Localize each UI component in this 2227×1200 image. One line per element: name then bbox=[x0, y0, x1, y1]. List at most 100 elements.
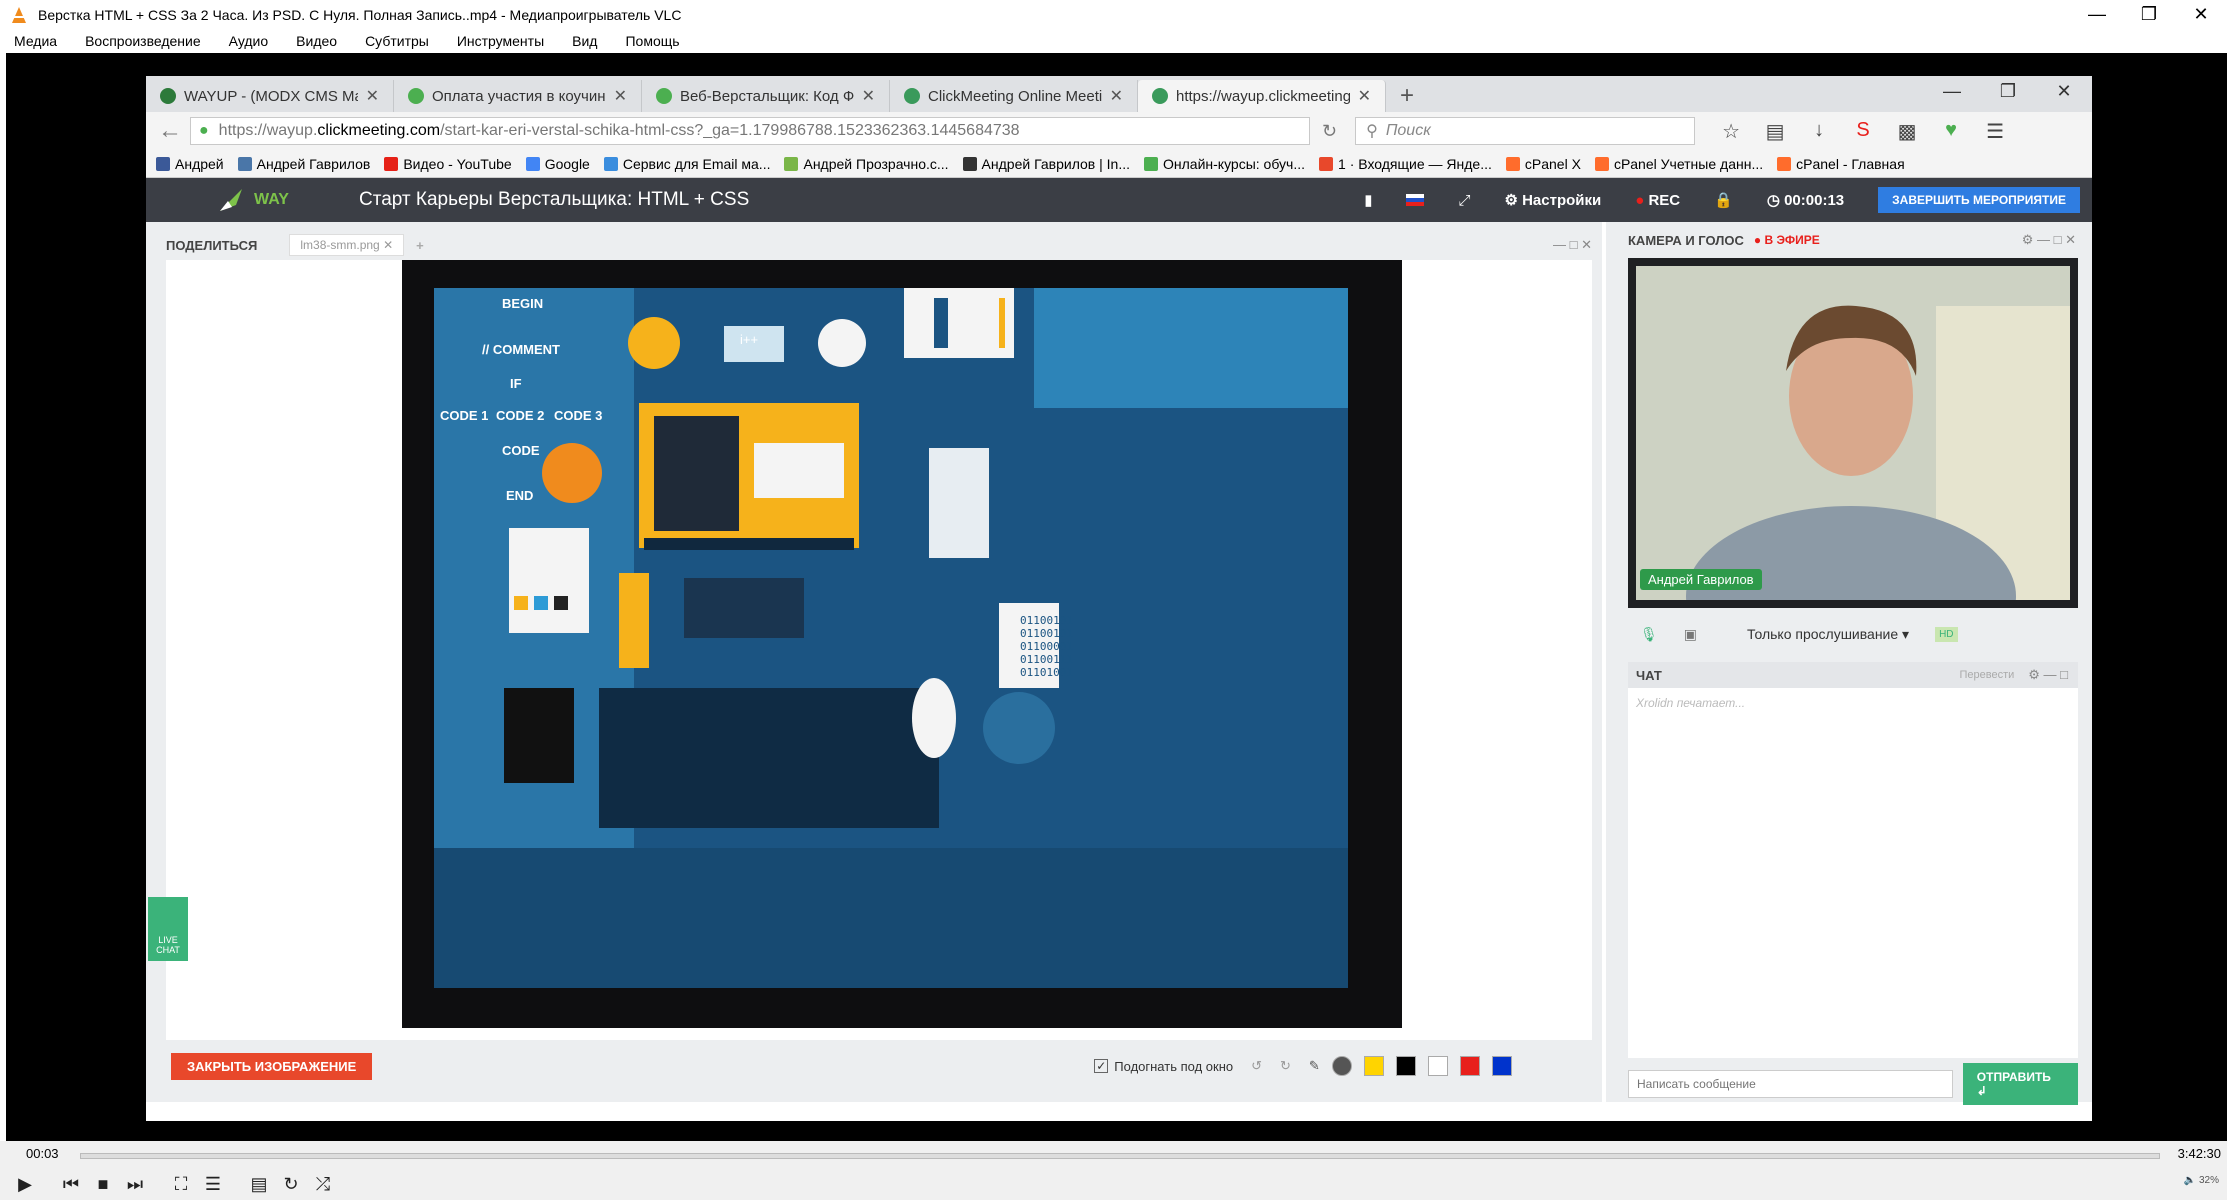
menu-view[interactable]: Вид bbox=[572, 33, 597, 49]
browser-minimize-icon[interactable]: — bbox=[1924, 76, 1980, 106]
video-area[interactable]: WAYUP - (MODX CMS Manager) ✕ Оплата участ… bbox=[6, 53, 2227, 1141]
back-icon[interactable]: ← bbox=[158, 117, 182, 145]
mail-icon bbox=[603, 156, 618, 171]
minimize-icon[interactable]: — bbox=[2071, 0, 2123, 30]
url-domain: clickmeeting.com bbox=[317, 122, 441, 139]
close-tab-icon[interactable]: ✕ bbox=[1358, 86, 1371, 106]
close-tab-icon[interactable]: ✕ bbox=[862, 86, 875, 106]
menu-video[interactable]: Видео bbox=[296, 33, 337, 49]
bookmark-item[interactable]: Андрей Прозрачно.с... bbox=[784, 156, 949, 172]
bookmark-item[interactable]: Google bbox=[525, 156, 590, 172]
bookmark-item[interactable]: Андрей Гаврилов | In... bbox=[962, 156, 1130, 172]
pencil-icon[interactable]: ✎ bbox=[1309, 1058, 1320, 1074]
notification-icon[interactable]: ♥ bbox=[1929, 119, 1973, 144]
loop-icon[interactable]: ↻ bbox=[276, 1171, 306, 1197]
playlist-icon[interactable]: ▤ bbox=[244, 1171, 274, 1197]
reload-icon[interactable]: ↻ bbox=[1322, 121, 1337, 142]
end-event-button[interactable]: ЗАВЕРШИТЬ МЕРОПРИЯТИЕ bbox=[1878, 187, 2080, 213]
camera-toggle-icon[interactable]: ▣ bbox=[1684, 626, 1697, 643]
bookmark-item[interactable]: Онлайн-курсы: обуч... bbox=[1144, 156, 1305, 172]
chat-window-icons[interactable]: ⚙ — □ bbox=[2028, 667, 2068, 683]
quality-badge[interactable]: HD bbox=[1935, 626, 1958, 642]
search-input[interactable]: ⚲ Поиск bbox=[1355, 117, 1696, 145]
bookmark-item[interactable]: Сервис для Email ма... bbox=[603, 156, 770, 172]
bookmarks-toolbar: Андрей Андрей Гаврилов Видео - YouTube G… bbox=[146, 150, 2092, 178]
tab-wayup-clickmeeting[interactable]: https://wayup.clickmeeting ✕ bbox=[1138, 80, 1386, 112]
color-swatch[interactable] bbox=[1363, 1056, 1384, 1076]
tab-modx[interactable]: WAYUP - (MODX CMS Manager) ✕ bbox=[146, 80, 394, 112]
next-icon[interactable]: ⏭ bbox=[120, 1171, 150, 1197]
flag-ru-icon[interactable] bbox=[1406, 194, 1425, 206]
menu-subtitles[interactable]: Субтитры bbox=[365, 33, 429, 49]
bookmark-item[interactable]: Видео - YouTube bbox=[384, 156, 512, 172]
tab-payment[interactable]: Оплата участия в коучинге ✕ bbox=[394, 80, 642, 112]
bookmark-item[interactable]: 1 · Входящие — Янде... bbox=[1319, 156, 1492, 172]
volume-control[interactable]: 🔈 32% bbox=[2184, 1175, 2219, 1186]
close-tab-icon[interactable]: ✕ bbox=[614, 86, 627, 106]
shuffle-icon[interactable]: ⤮ bbox=[308, 1171, 338, 1197]
seek-bar[interactable] bbox=[80, 1153, 2160, 1159]
close-icon[interactable]: ✕ bbox=[2175, 0, 2227, 30]
bookmark-label: Андрей Гаврилов bbox=[256, 155, 371, 172]
add-share-icon[interactable]: + bbox=[416, 238, 424, 253]
color-swatch[interactable] bbox=[1331, 1056, 1352, 1076]
fit-checkbox[interactable]: ✓ bbox=[1094, 1059, 1109, 1073]
tab-label: ClickMeeting Online Meetin bbox=[928, 87, 1102, 105]
chat-label: ЧАТ bbox=[1636, 667, 1662, 683]
menu-media[interactable]: Медиа bbox=[14, 33, 57, 49]
menu-help[interactable]: Помощь bbox=[625, 33, 679, 49]
previous-icon[interactable]: ⏮ bbox=[56, 1171, 86, 1197]
send-button[interactable]: ОТПРАВИТЬ ↲ bbox=[1962, 1063, 2078, 1105]
stop-icon[interactable]: ■ bbox=[88, 1171, 118, 1197]
redo-icon[interactable]: ↻ bbox=[1280, 1058, 1291, 1074]
translate-link[interactable]: Перевести bbox=[1959, 669, 2014, 681]
menu-tools[interactable]: Инструменты bbox=[457, 33, 544, 49]
color-swatch[interactable] bbox=[1427, 1056, 1448, 1076]
bookmark-item[interactable]: cPanel - Главная bbox=[1777, 156, 1905, 172]
menu-audio[interactable]: Аудио bbox=[229, 33, 269, 49]
tab-clickmeeting[interactable]: ClickMeeting Online Meetin ✕ bbox=[890, 80, 1138, 112]
play-icon[interactable]: ▶ bbox=[10, 1171, 40, 1197]
bookmark-label: 1 · Входящие — Янде... bbox=[1338, 155, 1492, 172]
microphone-icon[interactable]: 🎙 bbox=[1640, 626, 1658, 643]
address-bar[interactable]: ● https://wayup. clickmeeting.com/start-k… bbox=[190, 117, 1310, 145]
bookmark-item[interactable]: Андрей Гаврилов bbox=[237, 155, 371, 172]
undo-icon[interactable]: ↺ bbox=[1251, 1058, 1262, 1074]
tab-webmaster[interactable]: Веб-Верстальщик: Код Фри ✕ bbox=[642, 80, 890, 112]
download-icon[interactable]: ↓ bbox=[1797, 119, 1841, 144]
fullscreen-icon[interactable]: ⤢ bbox=[1458, 192, 1470, 209]
rec-button[interactable]: ● REC bbox=[1635, 192, 1680, 209]
menu-playback[interactable]: Воспроизведение bbox=[85, 33, 201, 49]
youtube-icon bbox=[384, 156, 399, 171]
bookmark-item[interactable]: cPanel Учетные данн... bbox=[1594, 156, 1763, 172]
fullscreen-toggle-icon[interactable]: ⛶ bbox=[166, 1171, 196, 1197]
browser-restore-icon[interactable]: ❐ bbox=[1980, 76, 2036, 106]
bookmark-item[interactable]: Андрей bbox=[156, 156, 224, 172]
browser-close-icon[interactable]: ✕ bbox=[2036, 76, 2092, 106]
restore-icon[interactable]: ❐ bbox=[2123, 0, 2175, 30]
color-swatch[interactable] bbox=[1459, 1056, 1480, 1076]
hamburger-menu-icon[interactable]: ☰ bbox=[1973, 119, 2017, 144]
extended-settings-icon[interactable]: ☰ bbox=[198, 1171, 228, 1197]
color-swatch[interactable] bbox=[1395, 1056, 1416, 1076]
color-swatch[interactable] bbox=[1491, 1056, 1512, 1076]
extension-icon[interactable]: ▩ bbox=[1885, 119, 1929, 144]
extension-s-icon[interactable]: S bbox=[1841, 119, 1885, 144]
bookmark-item[interactable]: cPanel X bbox=[1505, 156, 1581, 172]
bookmark-star-icon[interactable]: ☆ bbox=[1709, 119, 1753, 144]
close-tab-icon[interactable]: ✕ bbox=[1110, 86, 1123, 106]
close-image-button[interactable]: ЗАКРЫТЬ ИЗОБРАЖЕНИЕ bbox=[171, 1052, 373, 1080]
library-icon[interactable]: ▤ bbox=[1753, 119, 1797, 144]
fit-to-window-control[interactable]: ✓ Подогнать под окно ↺ ↻ ✎ bbox=[1094, 1056, 1512, 1076]
live-chat-button[interactable]: LIVE CHAT bbox=[148, 897, 188, 961]
firefox-window: WAYUP - (MODX CMS Manager) ✕ Оплата участ… bbox=[146, 76, 2092, 1121]
camera-window-icons[interactable]: ⚙ — □ ✕ bbox=[2022, 232, 2076, 248]
listen-mode-select[interactable]: Только прослушивание ▾ bbox=[1747, 626, 1909, 643]
new-tab-button[interactable]: + bbox=[1386, 80, 1428, 112]
settings-button[interactable]: ⚙ Настройки bbox=[1504, 191, 1601, 209]
share-file-tab[interactable]: lm38-smm.png ✕ bbox=[289, 234, 405, 256]
close-tab-icon[interactable]: ✕ bbox=[366, 86, 379, 106]
chat-message-input[interactable] bbox=[1628, 1070, 1953, 1098]
panel-window-icons[interactable]: — □ ✕ bbox=[1553, 237, 1592, 253]
lock-room-icon[interactable]: 🔒 bbox=[1714, 191, 1733, 209]
